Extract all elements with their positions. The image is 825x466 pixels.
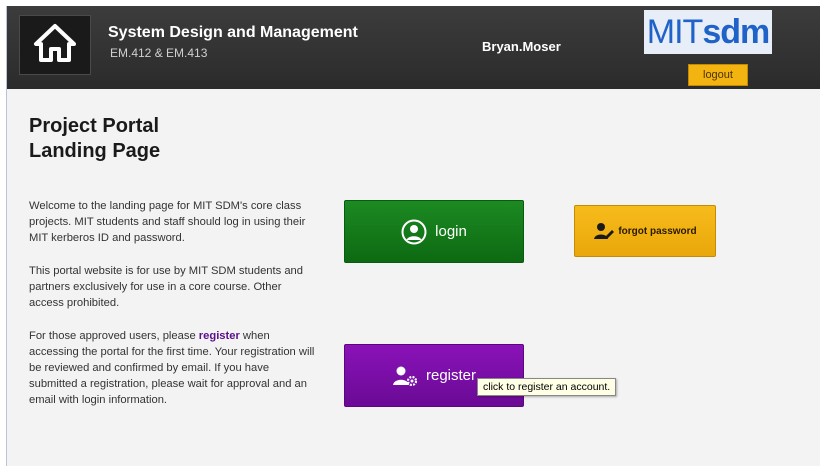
intro-paragraph-2: This portal website is for use by MIT SD… (29, 265, 304, 309)
site-title: System Design and Management (108, 24, 358, 41)
login-label: login (435, 223, 467, 240)
logo-part-mit: MIT (646, 13, 704, 51)
user-edit-icon (593, 221, 615, 241)
register-text-before: For those approved users, please (29, 330, 199, 342)
page-title: Project Portal Landing Page (29, 114, 249, 164)
register-link[interactable]: register (199, 330, 240, 342)
forgot-password-label: forgot password (618, 225, 697, 237)
intro-paragraph-1: Welcome to the landing page for MIT SDM'… (29, 200, 306, 244)
page-title-line1: Project Portal (29, 115, 160, 137)
page-title-line2: Landing Page (29, 140, 161, 162)
register-tooltip: click to register an account. (477, 378, 617, 396)
register-button[interactable]: register (344, 344, 524, 407)
page-frame: System Design and Management EM.412 & EM… (6, 6, 820, 466)
user-gear-icon (392, 365, 418, 387)
login-button[interactable]: login (344, 200, 524, 263)
user-circle-icon (401, 219, 427, 245)
header-bar: System Design and Management EM.412 & EM… (7, 6, 820, 89)
mit-sdm-logo: MITsdm (644, 10, 772, 54)
logo-part-sdm: sdm (702, 13, 770, 51)
user-name: Bryan.Moser (482, 39, 561, 54)
home-button[interactable] (19, 15, 91, 75)
site-subtitle: EM.412 & EM.413 (110, 46, 208, 60)
home-icon (33, 23, 77, 68)
register-label: register (425, 367, 477, 384)
intro-text: Welcome to the landing page for MIT SDM'… (29, 198, 319, 425)
intro-paragraph-3: For those approved users, please registe… (29, 328, 319, 408)
forgot-password-button[interactable]: forgot password (574, 205, 716, 257)
logout-button[interactable]: logout (688, 64, 748, 86)
